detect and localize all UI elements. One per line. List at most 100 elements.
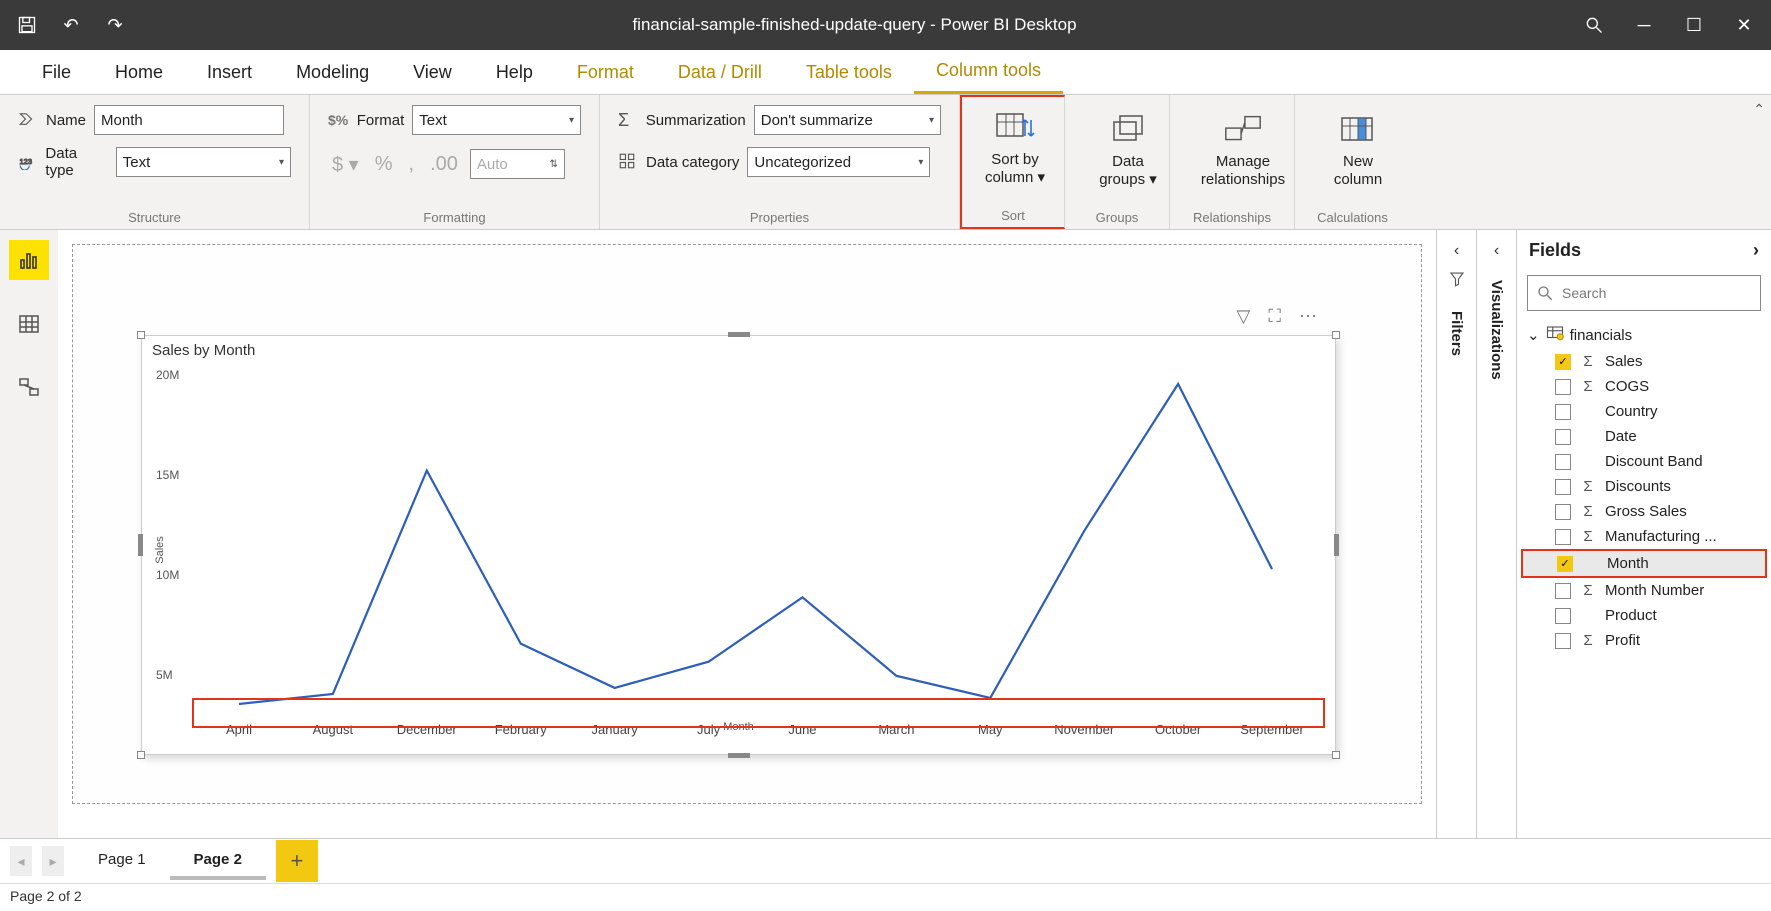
title-bar: ↶ ↷ financial-sample-finished-update-que… (0, 0, 1771, 50)
field-checkbox[interactable] (1555, 633, 1571, 649)
format-select[interactable]: Text▾ (412, 105, 581, 135)
page-tab-2[interactable]: Page 2 (170, 843, 266, 880)
field-product[interactable]: Product (1517, 603, 1771, 628)
menu-view[interactable]: View (391, 52, 474, 93)
minimize-icon[interactable]: ─ (1633, 14, 1655, 36)
fields-search-input[interactable]: Search (1527, 275, 1761, 311)
field-checkbox[interactable] (1555, 479, 1571, 495)
currency-btn[interactable]: $ ▾ (328, 152, 363, 177)
manage-relationships-button[interactable]: Manage relationships (1188, 103, 1298, 189)
focus-mode-icon[interactable]: ⛶ (1268, 306, 1281, 327)
more-options-icon[interactable]: ⋯ (1299, 306, 1317, 327)
menu-column-tools[interactable]: Column tools (914, 50, 1063, 94)
search-icon[interactable] (1583, 14, 1605, 36)
datatype-select[interactable]: Text▾ (116, 147, 291, 177)
field-manufacturing-[interactable]: ΣManufacturing ... (1517, 524, 1771, 549)
field-gross-sales[interactable]: ΣGross Sales (1517, 499, 1771, 524)
chart-visual[interactable]: ▽ ⛶ ⋯ Sales by Month Sales 5M10M15M20MAp… (141, 335, 1336, 755)
undo-icon[interactable]: ↶ (60, 14, 82, 36)
page-tab-1[interactable]: Page 1 (74, 843, 170, 880)
field-country[interactable]: Country (1517, 399, 1771, 424)
field-label: Gross Sales (1605, 503, 1687, 520)
redo-icon[interactable]: ↷ (104, 14, 126, 36)
close-icon[interactable]: ✕ (1733, 14, 1755, 36)
field-checkbox[interactable] (1555, 583, 1571, 599)
expand-viz-icon[interactable]: ‹ (1494, 242, 1499, 260)
decimals-input[interactable]: Auto⇅ (470, 149, 565, 179)
field-label: Sales (1605, 353, 1643, 370)
collapse-ribbon-icon[interactable]: ⌃ (1753, 101, 1765, 118)
name-input[interactable]: Month (94, 105, 284, 135)
save-icon[interactable] (16, 14, 38, 36)
table-header-financials[interactable]: ⌄ financials (1517, 321, 1771, 349)
data-view-icon[interactable] (9, 304, 49, 344)
menu-bar: File Home Insert Modeling View Help Form… (0, 50, 1771, 95)
field-label: Date (1605, 428, 1637, 445)
y-axis-label: Sales (154, 536, 166, 564)
field-checkbox[interactable] (1555, 454, 1571, 470)
pages-bar: ◂ ▸ Page 1Page 2 + (0, 838, 1771, 883)
field-date[interactable]: Date (1517, 424, 1771, 449)
menu-home[interactable]: Home (93, 52, 185, 93)
next-page-button[interactable]: ▸ (42, 846, 64, 876)
field-discounts[interactable]: ΣDiscounts (1517, 474, 1771, 499)
field-profit[interactable]: ΣProfit (1517, 628, 1771, 653)
prev-page-button[interactable]: ◂ (10, 846, 32, 876)
field-checkbox[interactable] (1555, 529, 1571, 545)
field-checkbox[interactable] (1555, 404, 1571, 420)
field-label: Product (1605, 607, 1657, 624)
sigma-icon: Σ (1581, 582, 1595, 599)
new-column-button[interactable]: New column (1313, 103, 1403, 189)
percent-btn[interactable]: % (371, 153, 397, 176)
group-label-structure: Structure (18, 206, 291, 225)
model-view-icon[interactable] (9, 368, 49, 408)
expand-table-icon[interactable]: ⌄ (1527, 326, 1540, 344)
data-groups-button[interactable]: Data groups ▾ (1083, 103, 1173, 189)
expand-filters-icon[interactable]: ‹ (1454, 242, 1459, 260)
field-label: Country (1605, 403, 1658, 420)
add-page-button[interactable]: + (276, 840, 318, 882)
field-month[interactable]: ✓Month (1521, 549, 1767, 578)
menu-modeling[interactable]: Modeling (274, 52, 391, 93)
datacategory-icon (618, 152, 638, 173)
menu-insert[interactable]: Insert (185, 52, 274, 93)
field-discount-band[interactable]: Discount Band (1517, 449, 1771, 474)
report-canvas[interactable]: ▽ ⛶ ⋯ Sales by Month Sales 5M10M15M20MAp… (72, 244, 1422, 804)
datatype-label: Data type (45, 145, 107, 179)
report-view-icon[interactable] (9, 240, 49, 280)
format-icon: $% (328, 112, 349, 128)
visualizations-pane-collapsed[interactable]: ‹ Visualizations (1476, 230, 1516, 838)
summarization-select[interactable]: Don't summarize▾ (754, 105, 941, 135)
field-label: Discounts (1605, 478, 1671, 495)
field-checkbox[interactable] (1555, 504, 1571, 520)
field-checkbox[interactable] (1555, 608, 1571, 624)
field-cogs[interactable]: ΣCOGS (1517, 374, 1771, 399)
group-label-calculations: Calculations (1313, 206, 1392, 225)
report-canvas-wrap: ▽ ⛶ ⋯ Sales by Month Sales 5M10M15M20MAp… (58, 230, 1436, 838)
field-checkbox[interactable] (1555, 379, 1571, 395)
filters-icon (1448, 270, 1466, 291)
comma-btn[interactable]: , (405, 153, 419, 176)
field-sales[interactable]: ✓ΣSales (1517, 349, 1771, 374)
field-checkbox[interactable]: ✓ (1557, 556, 1573, 572)
filter-visual-icon[interactable]: ▽ (1237, 306, 1251, 327)
field-checkbox[interactable]: ✓ (1555, 354, 1571, 370)
collapse-fields-icon[interactable]: › (1753, 240, 1759, 261)
table-icon (1546, 325, 1564, 345)
summarization-icon: Σ (618, 110, 638, 131)
menu-file[interactable]: File (20, 52, 93, 93)
field-month-number[interactable]: ΣMonth Number (1517, 578, 1771, 603)
sigma-icon: Σ (1581, 378, 1595, 395)
sort-by-column-button[interactable]: Sort by column ▾ (970, 101, 1060, 187)
filters-pane-collapsed[interactable]: ‹ Filters (1436, 230, 1476, 838)
field-checkbox[interactable] (1555, 429, 1571, 445)
decimal-btn[interactable]: .00 (426, 153, 462, 176)
field-label: Profit (1605, 632, 1640, 649)
group-label-formatting: Formatting (328, 206, 581, 225)
datacategory-select[interactable]: Uncategorized▾ (747, 147, 930, 177)
menu-help[interactable]: Help (474, 52, 555, 93)
menu-format[interactable]: Format (555, 52, 656, 93)
menu-table-tools[interactable]: Table tools (784, 52, 914, 93)
maximize-icon[interactable]: ☐ (1683, 14, 1705, 36)
menu-data-drill[interactable]: Data / Drill (656, 52, 784, 93)
